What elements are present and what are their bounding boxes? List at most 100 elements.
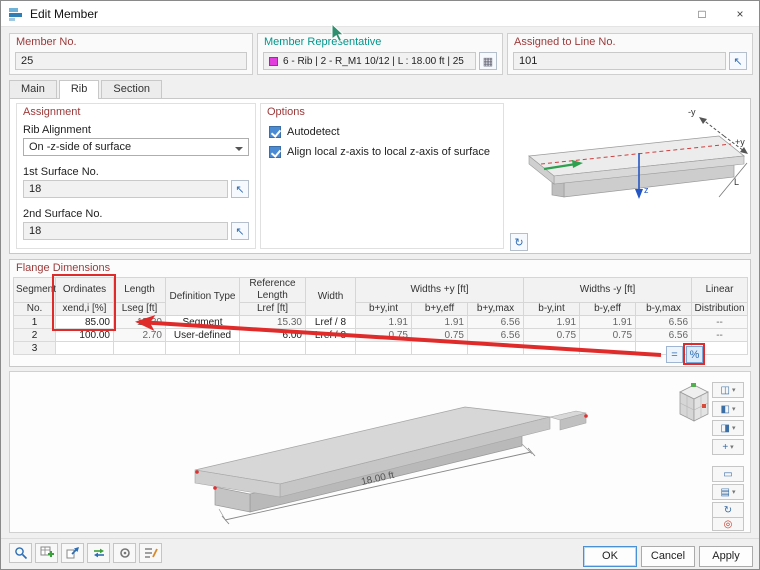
b-minus-max-cell[interactable]: 6.56 xyxy=(636,316,692,329)
tab-rib[interactable]: Rib xyxy=(59,80,100,99)
b-plus-eff-cell[interactable]: 1.91 xyxy=(412,316,468,329)
settings-button[interactable] xyxy=(113,543,136,563)
caret-down-icon: ▾ xyxy=(732,488,736,496)
rib-alignment-value: On -z-side of surface xyxy=(29,141,131,153)
b-plus-int-cell[interactable] xyxy=(356,342,412,355)
reference-length-cell[interactable] xyxy=(240,342,306,355)
ordinate-cell[interactable]: 85.00 xyxy=(56,316,114,329)
zoom-tool-button[interactable] xyxy=(9,543,32,563)
reset-view-button[interactable]: ↻ xyxy=(712,502,744,518)
b-plus-max-cell[interactable]: 6.56 xyxy=(468,329,524,342)
reference-length-cell[interactable]: 15.30 xyxy=(240,316,306,329)
view-zoom-button[interactable]: + ▾ xyxy=(712,439,744,455)
view-side-button[interactable]: ◨ ▾ xyxy=(712,420,744,436)
b-minus-max-cell[interactable] xyxy=(636,342,692,355)
navigation-cube[interactable] xyxy=(670,380,718,428)
absolute-ordinates-button[interactable]: = xyxy=(666,346,683,363)
view-isometric-icon: ◫ xyxy=(721,385,730,396)
col-segment-sub: No. xyxy=(14,303,56,316)
width-cell[interactable]: Lref / 8 xyxy=(306,316,356,329)
tab-section[interactable]: Section xyxy=(101,80,162,98)
b-minus-max-cell[interactable]: 6.56 xyxy=(636,329,692,342)
surface1-label: 1st Surface No. xyxy=(23,166,99,178)
member-no-group: Member No. 25 xyxy=(9,33,253,75)
definition-type-cell[interactable]: Segment xyxy=(166,316,240,329)
col-linear-sub: Distribution xyxy=(692,303,748,316)
b-minus-eff-cell[interactable]: 1.91 xyxy=(580,316,636,329)
maximize-button[interactable]: □ xyxy=(683,1,721,27)
definition-type-cell[interactable]: User-defined xyxy=(166,329,240,342)
tab-main[interactable]: Main xyxy=(9,80,57,98)
segment-no-cell[interactable]: 2 xyxy=(14,329,56,342)
definition-type-cell[interactable] xyxy=(166,342,240,355)
color-swatch xyxy=(269,57,278,66)
b-plus-eff-cell[interactable] xyxy=(412,342,468,355)
apply-button[interactable]: Apply xyxy=(699,546,753,567)
surface2-label: 2nd Surface No. xyxy=(23,208,103,220)
length-cell[interactable]: 2.70 xyxy=(114,329,166,342)
col-b-plus-max: b+y,max xyxy=(468,303,524,316)
assigned-line-picker-button[interactable]: ↖ xyxy=(729,52,747,70)
b-plus-max-cell[interactable]: 6.56 xyxy=(468,316,524,329)
col-ordinates-sub: xend,i [%] xyxy=(56,303,114,316)
member-representative-field[interactable]: 6 - Rib | 2 - R_M1 10/12 | L : 18.00 ft … xyxy=(263,52,476,70)
grid-icon: ▦ xyxy=(483,55,493,68)
export-arrow-icon xyxy=(66,546,80,560)
segment-no-cell[interactable]: 3 xyxy=(14,342,56,355)
ordinate-cell[interactable] xyxy=(56,342,114,355)
surface1-field[interactable]: 18 xyxy=(23,180,228,198)
cancel-button[interactable]: Cancel xyxy=(641,546,695,567)
segment-no-cell[interactable]: 1 xyxy=(14,316,56,329)
b-minus-int-cell[interactable]: 0.75 xyxy=(524,329,580,342)
linear-distribution-cell[interactable]: -- xyxy=(692,316,748,329)
col-group-widths-minus-y: Widths -y [ft] xyxy=(524,278,692,303)
b-minus-int-cell[interactable]: 1.91 xyxy=(524,316,580,329)
b-plus-int-cell[interactable]: 1.91 xyxy=(356,316,412,329)
autodetect-checkbox[interactable] xyxy=(269,126,281,138)
align-z-axis-label: Align local z-axis to local z-axis of su… xyxy=(287,146,490,158)
assigned-line-label: Assigned to Line No. xyxy=(514,36,616,48)
rib-alignment-select[interactable]: On -z-side of surface xyxy=(23,138,249,156)
view-front-button[interactable]: ◧ ▾ xyxy=(712,401,744,417)
surface2-value: 18 xyxy=(29,225,41,237)
linear-distribution-cell[interactable]: -- xyxy=(692,329,748,342)
rib-alignment-label: Rib Alignment xyxy=(23,124,91,136)
flange-dimensions-group: Flange Dimensions Segment Ordinates Leng… xyxy=(9,259,751,367)
member-representative-browse-button[interactable]: ▦ xyxy=(479,52,497,70)
export-button[interactable] xyxy=(61,543,84,563)
table-row: 2 100.00 2.70 User-defined 6.00 Lref / 8… xyxy=(14,329,748,342)
width-cell[interactable]: Lref / 8 xyxy=(306,329,356,342)
view-isometric-button[interactable]: ◫ ▾ xyxy=(712,382,744,398)
swap-surfaces-button[interactable]: ↻ xyxy=(510,233,528,251)
b-plus-int-cell[interactable]: 0.75 xyxy=(356,329,412,342)
clipping-button[interactable]: ◎ xyxy=(712,517,744,531)
edit-list-button[interactable] xyxy=(139,543,162,563)
render-3d-panel[interactable]: 18.00 ft ◫ ▾ ◧ ▾ ◨ ▾ + ▾ xyxy=(9,371,751,533)
b-minus-int-cell[interactable] xyxy=(524,342,580,355)
reference-length-cell[interactable]: 6.00 xyxy=(240,329,306,342)
ordinate-cell[interactable]: 100.00 xyxy=(56,329,114,342)
surface1-picker-button[interactable]: ↖ xyxy=(231,180,249,198)
close-button[interactable]: × xyxy=(721,1,759,27)
sync-button[interactable] xyxy=(87,543,110,563)
new-table-button[interactable] xyxy=(35,543,58,563)
print-button[interactable]: ▤ ▾ xyxy=(712,484,744,500)
ok-button[interactable]: OK xyxy=(583,546,637,567)
b-plus-max-cell[interactable] xyxy=(468,342,524,355)
b-minus-eff-cell[interactable]: 0.75 xyxy=(580,329,636,342)
screenshot-button[interactable]: ▭ xyxy=(712,466,744,482)
relative-ordinates-percent-button[interactable]: % xyxy=(686,346,703,363)
table-row: 3 xyxy=(14,342,748,355)
length-cell[interactable]: 15.30 xyxy=(114,316,166,329)
surface2-field[interactable]: 18 xyxy=(23,222,228,240)
assigned-line-field[interactable]: 101 xyxy=(513,52,726,70)
b-plus-eff-cell[interactable]: 0.75 xyxy=(412,329,468,342)
col-width: Width xyxy=(306,278,356,316)
b-minus-eff-cell[interactable] xyxy=(580,342,636,355)
surface2-picker-button[interactable]: ↖ xyxy=(231,222,249,240)
member-no-field[interactable]: 25 xyxy=(15,52,247,70)
length-cell[interactable] xyxy=(114,342,166,355)
align-z-axis-checkbox[interactable] xyxy=(269,146,281,158)
app-icon xyxy=(8,6,24,22)
width-cell[interactable] xyxy=(306,342,356,355)
